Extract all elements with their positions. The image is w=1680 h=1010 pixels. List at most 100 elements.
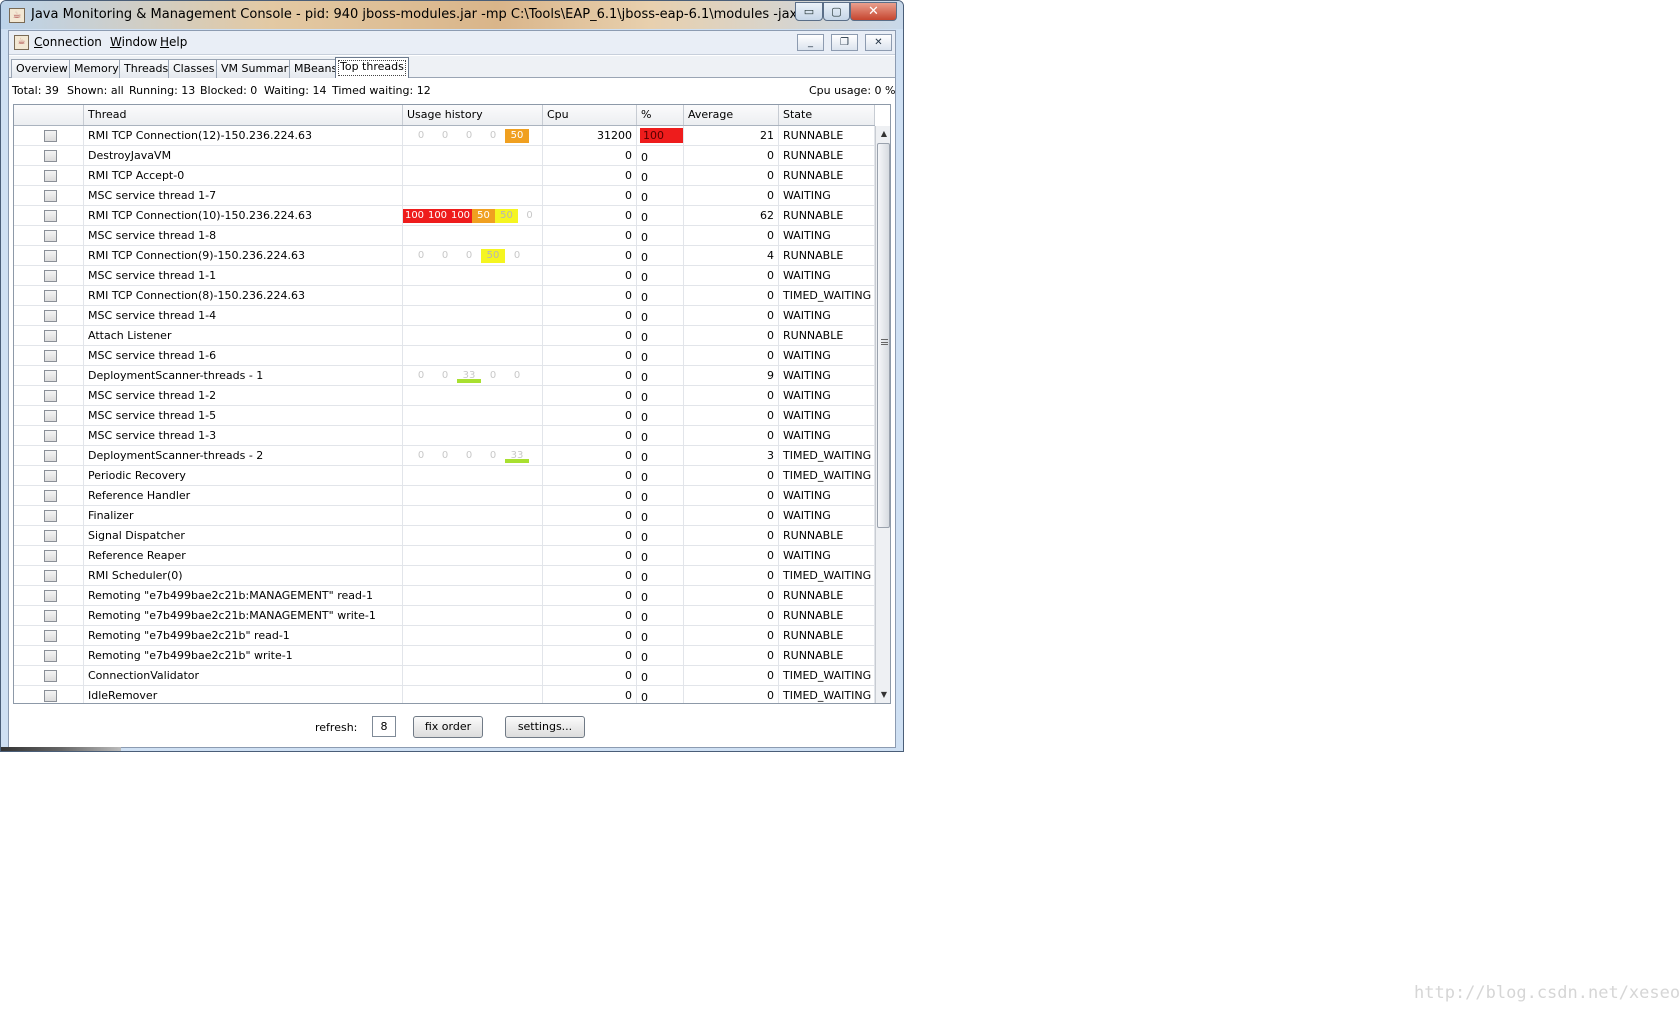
thread-checkbox[interactable] [44,270,57,282]
thread-checkbox[interactable] [44,470,57,482]
table-row[interactable]: DeploymentScanner-threads - 2 0 0 0 0 33 0 0 3 TI… [14,446,875,466]
refresh-input[interactable]: 8 [372,716,396,737]
thread-checkbox[interactable] [44,150,57,162]
tab-overview[interactable]: Overview [11,59,73,78]
table-row[interactable]: MSC service thread 1-7 0 0 0 WAITING [14,186,875,206]
thread-checkbox[interactable] [44,250,57,262]
thread-checkbox[interactable] [44,170,57,182]
scroll-thumb[interactable] [877,143,890,528]
settings-button[interactable]: settings... [505,716,585,738]
table-row[interactable]: Remoting "e7b499bae2c21b" read-1 0 0 0 RUNNA… [14,626,875,646]
thread-checkbox[interactable] [44,570,57,582]
table-row[interactable]: Remoting "e7b499bae2c21b" write-1 0 0 0 RUNN… [14,646,875,666]
cpu-cell: 0 [543,306,637,326]
maximize-button[interactable]: ▢ [823,2,850,21]
frame-close-button[interactable]: ✕ [865,34,892,51]
thread-checkbox[interactable] [44,550,57,562]
fix-order-button[interactable]: fix order [413,716,483,738]
col-header-state[interactable]: State [779,105,875,125]
stat-waiting: Waiting: 14 [264,84,327,97]
menu-help[interactable]: Help [160,35,187,49]
table-row[interactable]: MSC service thread 1-2 0 0 0 WAITING [14,386,875,406]
thread-checkbox[interactable] [44,130,57,142]
thread-checkbox[interactable] [44,350,57,362]
tab-memory[interactable]: Memory [69,59,124,78]
table-row[interactable]: Signal Dispatcher 0 0 0 RUNNABLE [14,526,875,546]
thread-checkbox[interactable] [44,690,57,702]
scroll-down-arrow-icon[interactable]: ▼ [876,687,890,703]
percent-cell: 0 [637,146,684,166]
table-row[interactable]: Reference Handler 0 0 0 WAITING [14,486,875,506]
thread-checkbox[interactable] [44,190,57,202]
table-row[interactable]: RMI TCP Connection(9)-150.236.224.63 0 0 0 5… [14,246,875,266]
table-row[interactable]: DeploymentScanner-threads - 1 0 0 33 0 0 0 0 9 WA… [14,366,875,386]
thread-checkbox[interactable] [44,290,57,302]
menu-window[interactable]: Window [110,35,157,49]
table-row[interactable]: MSC service thread 1-6 0 0 0 WAITING [14,346,875,366]
table-row[interactable]: RMI Scheduler(0) 0 0 0 TIMED_WAITING [14,566,875,586]
thread-checkbox[interactable] [44,310,57,322]
table-row[interactable]: MSC service thread 1-5 0 0 0 WAITING [14,406,875,426]
thread-checkbox[interactable] [44,490,57,502]
tab-top-threads[interactable]: Top threads [335,57,409,79]
table-row[interactable]: RMI TCP Connection(12)-150.236.224.63 0 0 0… [14,126,875,146]
col-header-average[interactable]: Average [684,105,779,125]
thread-checkbox[interactable] [44,210,57,222]
tab-threads[interactable]: Threads [119,59,174,78]
scroll-up-arrow-icon[interactable]: ▲ [876,126,890,142]
average-cell: 0 [684,426,779,446]
usage-history-sample: 0 [513,250,521,261]
table-row[interactable]: MSC service thread 1-1 0 0 0 WAITING [14,266,875,286]
cpu-cell: 0 [543,246,637,266]
thread-checkbox[interactable] [44,410,57,422]
java-cup-icon[interactable]: ☕ [14,35,29,50]
table-row[interactable]: RMI TCP Accept-0 0 0 0 RUNNABLE [14,166,875,186]
table-row[interactable]: RMI TCP Connection(8)-150.236.224.63 0 0 0 T… [14,286,875,306]
table-row[interactable]: MSC service thread 1-4 0 0 0 WAITING [14,306,875,326]
title-bar[interactable]: ☕ Java Monitoring & Management Console -… [1,1,903,29]
col-header-usage-history[interactable]: Usage history [403,105,543,125]
thread-checkbox[interactable] [44,670,57,682]
table-row[interactable]: RMI TCP Connection(10)-150.236.224.63 100… [14,206,875,226]
thread-checkbox[interactable] [44,390,57,402]
thread-checkbox[interactable] [44,430,57,442]
table-row[interactable]: Remoting "e7b499bae2c21b:MANAGEMENT" rea… [14,586,875,606]
thread-checkbox[interactable] [44,510,57,522]
tab-classes[interactable]: Classes [168,59,220,78]
table-row[interactable]: Reference Reaper 0 0 0 WAITING [14,546,875,566]
frame-restore-button[interactable]: ❐ [831,34,858,51]
table-row[interactable]: MSC service thread 1-3 0 0 0 WAITING [14,426,875,446]
col-header-thread[interactable]: Thread [84,105,403,125]
table-row[interactable]: MSC service thread 1-8 0 0 0 WAITING [14,226,875,246]
table-row[interactable]: Attach Listener 0 0 0 RUNNABLE [14,326,875,346]
vertical-scrollbar[interactable]: ▲ ▼ [875,126,890,703]
col-header-select[interactable] [14,105,84,125]
thread-checkbox[interactable] [44,610,57,622]
thread-checkbox[interactable] [44,530,57,542]
table-row[interactable]: DestroyJavaVM 0 0 0 RUNNABLE [14,146,875,166]
table-row[interactable]: Periodic Recovery 0 0 0 TIMED_WAITING [14,466,875,486]
percent-cell: 0 [637,166,684,186]
thread-checkbox[interactable] [44,370,57,382]
table-row[interactable]: ConnectionValidator 0 0 0 TIMED_WAITING [14,666,875,686]
select-cell [14,526,84,546]
col-header-cpu[interactable]: Cpu [543,105,637,125]
average-cell: 0 [684,506,779,526]
frame-minimize-button[interactable]: _ [797,34,824,51]
thread-checkbox[interactable] [44,230,57,242]
col-header-percent[interactable]: % [637,105,684,125]
usage-history-sample: 100 [426,209,449,223]
thread-checkbox[interactable] [44,450,57,462]
table-row[interactable]: Remoting "e7b499bae2c21b:MANAGEMENT" wri… [14,606,875,626]
table-row[interactable]: IdleRemover 0 0 0 TIMED_WAITING [14,686,875,703]
minimize-button[interactable]: ▭ [795,2,823,21]
menu-connection[interactable]: Connection [34,35,102,49]
thread-checkbox[interactable] [44,630,57,642]
tab-vm-summary[interactable]: VM Summary [216,59,300,78]
thread-checkbox[interactable] [44,330,57,342]
table-row[interactable]: Finalizer 0 0 0 WAITING [14,506,875,526]
top-threads-table[interactable]: Thread Usage history Cpu % Average State… [13,104,891,704]
thread-checkbox[interactable] [44,590,57,602]
thread-checkbox[interactable] [44,650,57,662]
close-button[interactable]: ✕ [850,2,897,21]
